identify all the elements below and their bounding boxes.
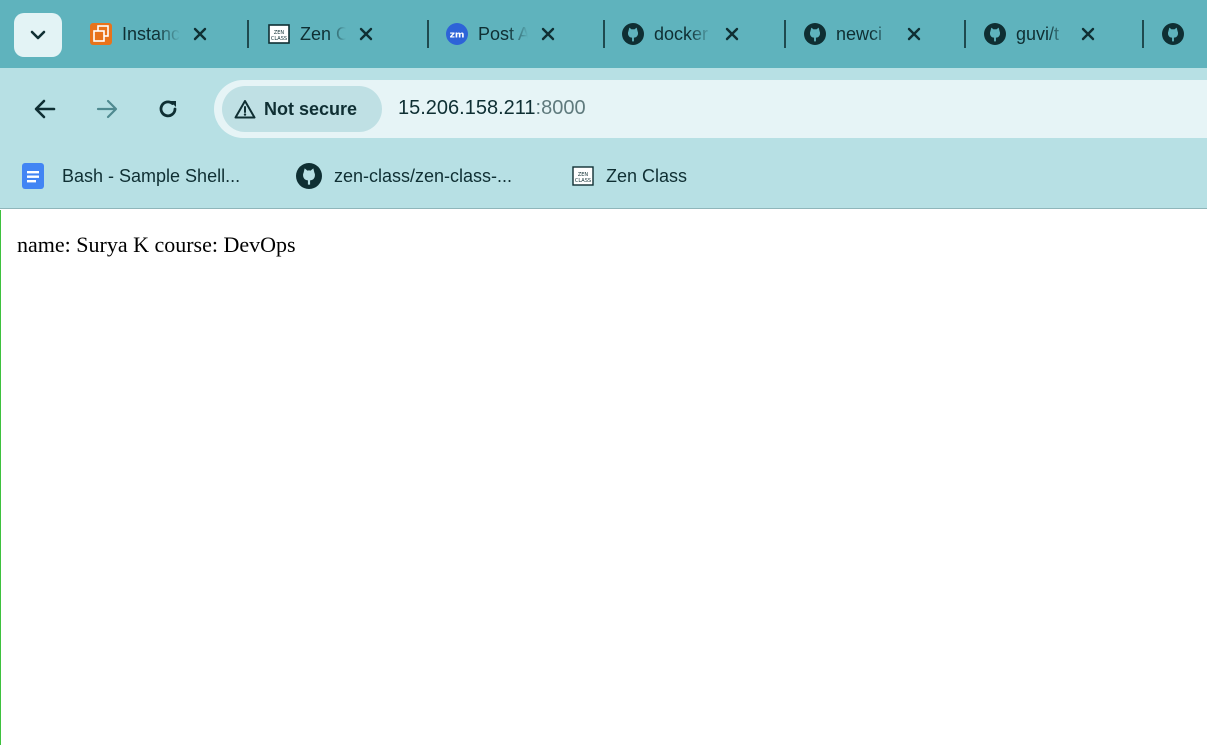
bookmark-label: Zen Class [606, 165, 688, 186]
zm-icon: zm [446, 23, 468, 45]
reload-button[interactable] [153, 94, 183, 124]
tab-separator [603, 20, 605, 48]
bookmark-label: Bash - Sample Shell... [62, 165, 241, 186]
page-body-text: name: Surya K course: DevOps [17, 232, 296, 257]
page-content: name: Surya K course: DevOps [0, 210, 1207, 745]
tab-github-partial[interactable] [1162, 12, 1207, 56]
forward-button[interactable] [92, 94, 122, 124]
tab-separator [1142, 20, 1144, 48]
github-icon [984, 23, 1006, 45]
tab-guvi[interactable]: guvi/t [984, 12, 1100, 56]
close-icon[interactable] [902, 22, 926, 46]
aws-instances-icon [90, 23, 112, 45]
tab-separator [427, 20, 429, 48]
github-icon [1162, 23, 1184, 45]
tab-title: Zen Class [300, 23, 346, 44]
url-text[interactable]: 15.206.158.211:8000 [398, 97, 586, 120]
google-docs-icon [22, 163, 44, 189]
tab-separator [784, 20, 786, 48]
url-port: :8000 [535, 97, 586, 119]
bookmark-zen-class-repo[interactable]: zen-class/zen-class-... [296, 161, 512, 191]
svg-text:CLASS: CLASS [271, 36, 287, 42]
zen-class-icon: ZEN CLASS [572, 166, 594, 186]
close-icon[interactable] [188, 22, 212, 46]
tab-title: newci [836, 23, 883, 44]
tab-separator [964, 20, 966, 48]
warning-triangle-icon [234, 100, 256, 119]
close-icon[interactable] [354, 22, 378, 46]
tab-title: Instances [122, 23, 180, 44]
url-host: 15.206.158.211 [398, 97, 536, 119]
tab-search-button[interactable] [14, 13, 62, 57]
zen-class-icon: ZEN CLASS [268, 23, 290, 45]
github-icon [296, 163, 322, 189]
back-button[interactable] [30, 94, 60, 124]
security-label: Not secure [264, 98, 358, 119]
svg-text:CLASS: CLASS [575, 178, 591, 184]
chevron-down-icon [30, 30, 46, 40]
browser-toolbar: Not secure 15.206.158.211:8000 [0, 68, 1207, 143]
reload-icon [159, 100, 177, 118]
github-icon [804, 23, 826, 45]
address-bar[interactable]: Not secure 15.206.158.211:8000 [214, 80, 1207, 138]
security-chip[interactable]: Not secure [222, 86, 382, 132]
svg-text:zm: zm [450, 30, 465, 41]
tab-newci[interactable]: newci [804, 12, 926, 56]
tab-separator [247, 20, 249, 48]
close-icon[interactable] [720, 22, 744, 46]
close-icon[interactable] [536, 22, 560, 46]
tab-title: docker [654, 23, 709, 44]
bookmarks-bar: Bash - Sample Shell... zen-class/zen-cla… [0, 143, 1207, 209]
tab-instances[interactable]: Instances [90, 12, 212, 56]
arrow-right-icon [96, 99, 118, 119]
bookmark-label: zen-class/zen-class-... [334, 165, 513, 186]
tab-title: Post A [478, 23, 528, 44]
tab-title: guvi/t [1016, 23, 1060, 44]
tab-post[interactable]: zm Post A [446, 12, 560, 56]
github-icon [622, 23, 644, 45]
close-icon[interactable] [1076, 22, 1100, 46]
tab-docker[interactable]: docker [622, 12, 744, 56]
bookmark-bash[interactable]: Bash - Sample Shell... [22, 161, 240, 191]
arrow-left-icon [34, 99, 56, 119]
tab-strip: Instances ZEN CLASS Zen Class zm Post A [0, 0, 1207, 68]
tab-zen-class[interactable]: ZEN CLASS Zen Class [268, 12, 378, 56]
bookmark-zen-class[interactable]: ZEN CLASS Zen Class [572, 161, 687, 191]
